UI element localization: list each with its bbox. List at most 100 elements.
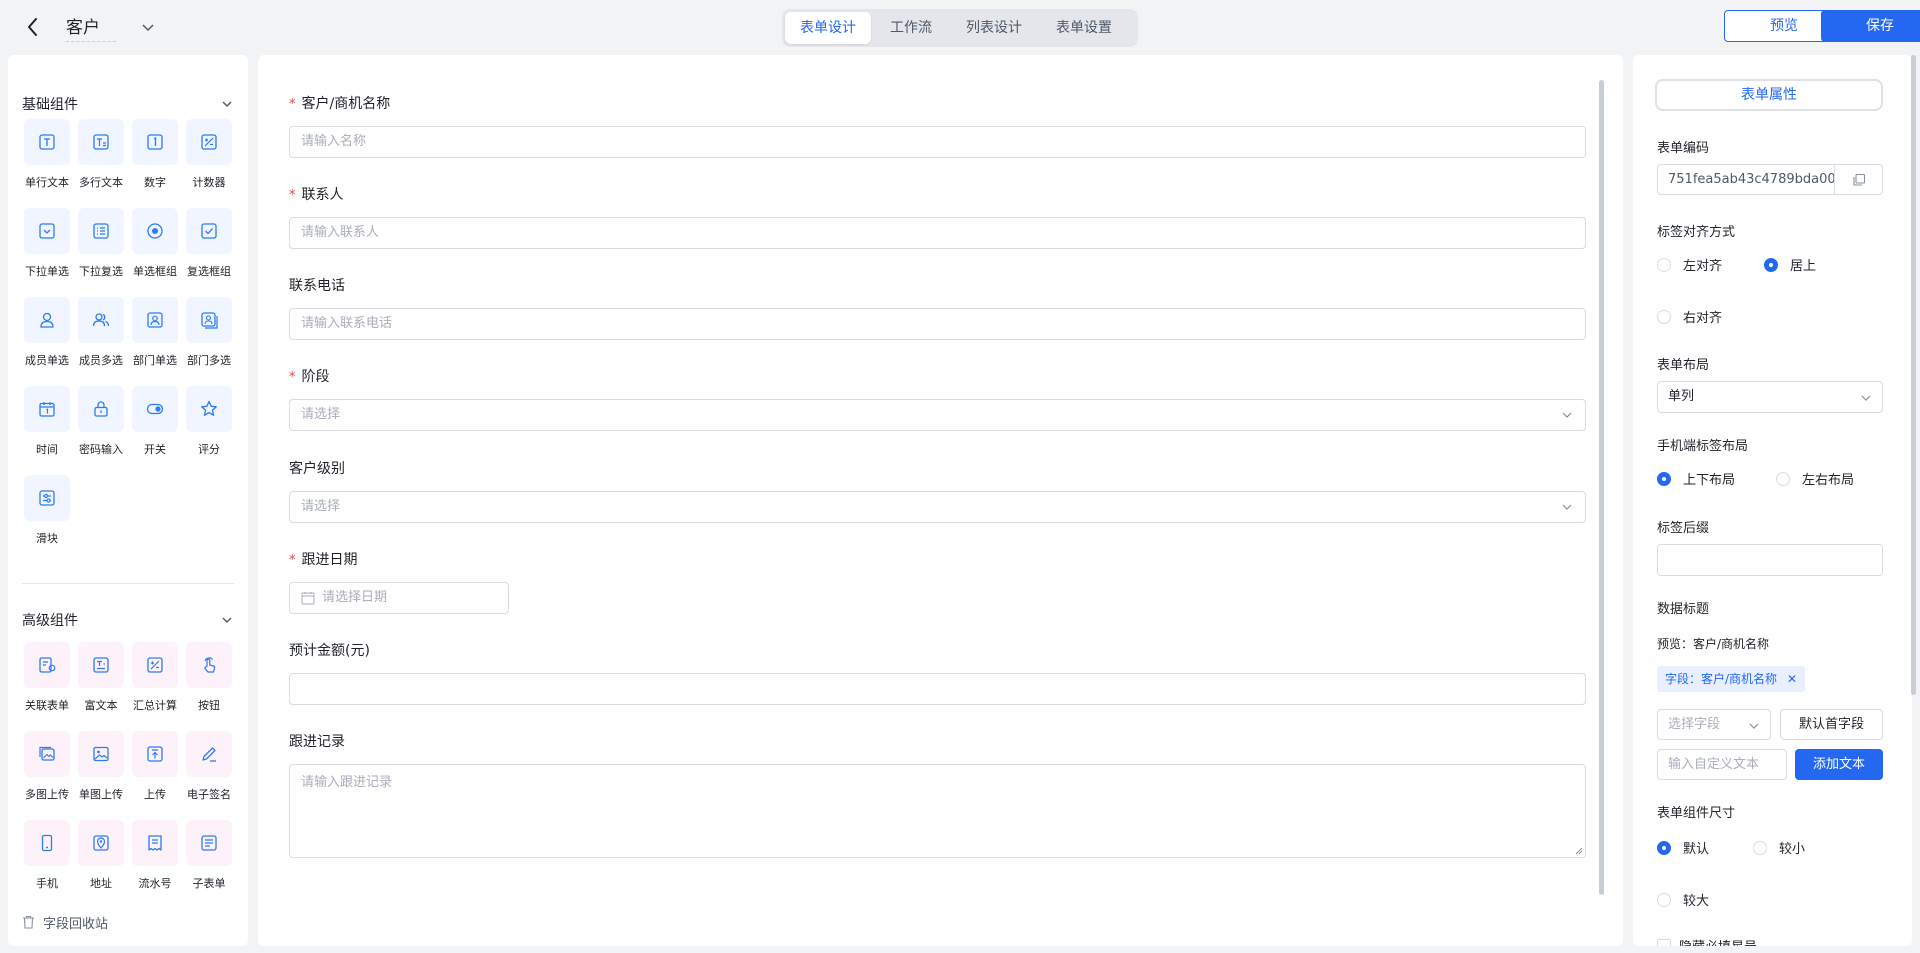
component-label: 部门单选 bbox=[133, 354, 177, 367]
component-checkbox-group[interactable]: 复选框组 bbox=[182, 208, 236, 297]
contact-phone-input[interactable]: 请输入联系电话 bbox=[289, 308, 1586, 340]
size-large-radio[interactable]: 较大 bbox=[1657, 890, 1709, 909]
label-suffix-label: 标签后缀 bbox=[1657, 521, 1710, 536]
field-contact-phone: 联系电话请输入联系电话 bbox=[289, 276, 1586, 340]
save-button[interactable]: 保存 bbox=[1821, 10, 1920, 42]
component-rich-text[interactable]: 富文本 bbox=[74, 642, 128, 731]
align-right-radio[interactable]: 右对齐 bbox=[1657, 307, 1722, 326]
slider-icon bbox=[24, 475, 70, 521]
field-recycle-bin[interactable]: 字段回收站 bbox=[22, 912, 108, 932]
component-dropdown-multi[interactable]: 下拉复选 bbox=[74, 208, 128, 297]
align-left-radio[interactable]: 左对齐 bbox=[1657, 255, 1722, 274]
resize-handle-icon[interactable] bbox=[1575, 847, 1583, 855]
component-calendar[interactable]: 时间 bbox=[20, 386, 74, 475]
mobile-vertical-radio[interactable]: 上下布局 bbox=[1657, 469, 1735, 488]
customer-name-input[interactable]: 请输入名称 bbox=[289, 126, 1586, 158]
tab-list-design[interactable]: 列表设计 bbox=[951, 12, 1037, 44]
component-label: 单行文本 bbox=[25, 176, 69, 189]
stage-select[interactable]: 请选择 bbox=[289, 399, 1586, 431]
top-bar: 客户 表单设计 工作流 列表设计 表单设置 预览 保存 bbox=[0, 0, 1920, 54]
app-title[interactable]: 客户 bbox=[66, 14, 116, 42]
advanced-components-grid: 关联表单 富文本 汇总计算 按钮多图上传 单图上传 上传 电子签名手机 地址 流水号 子表单 bbox=[20, 642, 240, 889]
form-code-field[interactable]: 751fea5ab43c4789bda00 bbox=[1657, 164, 1835, 195]
scrollbar[interactable] bbox=[1599, 80, 1604, 895]
field-stage: * 阶段 请选择 bbox=[289, 367, 1586, 431]
tab-workflow[interactable]: 工作流 bbox=[875, 12, 947, 44]
size-default-radio[interactable]: 默认 bbox=[1657, 838, 1709, 857]
chevron-down-icon[interactable] bbox=[220, 97, 234, 111]
basic-components-grid: 单行文本 多行文本 数字 计数器下拉单选 下拉复选 单选框组 复选框组成员单选 成员多选 部门单… bbox=[20, 119, 240, 564]
number-icon bbox=[132, 119, 178, 165]
component-multi-image[interactable]: 多图上传 bbox=[20, 731, 74, 820]
custom-text-input[interactable]: 输入自定义文本 bbox=[1657, 749, 1787, 780]
expected-amount-input[interactable] bbox=[289, 673, 1586, 705]
field-label: 客户级别 bbox=[289, 459, 1586, 479]
component-radio-group[interactable]: 单选框组 bbox=[128, 208, 182, 297]
label-suffix-input[interactable] bbox=[1657, 544, 1883, 576]
component-button-click[interactable]: 按钮 bbox=[182, 642, 236, 731]
followup-date-picker[interactable]: 请选择日期 bbox=[289, 582, 509, 614]
basic-components-header[interactable]: 基础组件 bbox=[22, 92, 234, 116]
add-text-button[interactable]: 添加文本 bbox=[1795, 749, 1883, 780]
component-counter[interactable]: 计数器 bbox=[182, 119, 236, 208]
required-mark: * bbox=[289, 188, 296, 203]
default-first-field-button[interactable]: 默认首字段 bbox=[1780, 709, 1883, 740]
hide-required-checkbox[interactable]: 隐藏必填星号 bbox=[1657, 936, 1757, 946]
size-small-text: 较小 bbox=[1779, 842, 1806, 857]
component-member-single[interactable]: 成员单选 bbox=[20, 297, 74, 386]
counter-icon bbox=[186, 119, 232, 165]
component-summary-calc[interactable]: 汇总计算 bbox=[128, 642, 182, 731]
tab-form-settings[interactable]: 表单设置 bbox=[1041, 12, 1127, 44]
component-serial-number[interactable]: 流水号 bbox=[128, 820, 182, 889]
placeholder-text: 请选择日期 bbox=[322, 590, 388, 605]
advanced-components-header[interactable]: 高级组件 bbox=[22, 608, 234, 632]
multi-line-text-icon bbox=[78, 119, 124, 165]
component-number[interactable]: 数字 bbox=[128, 119, 182, 208]
chevron-down-icon[interactable] bbox=[140, 19, 156, 35]
required-mark: * bbox=[289, 370, 296, 385]
size-small-radio[interactable]: 较小 bbox=[1753, 838, 1805, 857]
mobile-horizontal-radio[interactable]: 左右布局 bbox=[1776, 469, 1854, 488]
chevron-down-icon[interactable] bbox=[220, 613, 234, 627]
component-signature[interactable]: 电子签名 bbox=[182, 731, 236, 820]
contact-input[interactable]: 请输入联系人 bbox=[289, 217, 1586, 249]
select-field-dropdown[interactable]: 选择字段 bbox=[1657, 709, 1771, 740]
component-department-single[interactable]: 部门单选 bbox=[128, 297, 182, 386]
form-layout-select[interactable]: 单列 bbox=[1657, 381, 1883, 413]
component-star[interactable]: 评分 bbox=[182, 386, 236, 475]
component-label: 关联表单 bbox=[25, 699, 69, 712]
component-label: 评分 bbox=[198, 443, 220, 456]
component-sub-form[interactable]: 子表单 bbox=[182, 820, 236, 889]
component-single-line-text[interactable]: 单行文本 bbox=[20, 119, 74, 208]
component-label: 时间 bbox=[36, 443, 58, 456]
component-department-multi[interactable]: 部门多选 bbox=[182, 297, 236, 386]
component-phone[interactable]: 手机 bbox=[20, 820, 74, 889]
close-icon[interactable]: ✕ bbox=[1787, 666, 1797, 692]
form-properties-tab[interactable]: 表单属性 bbox=[1655, 79, 1883, 111]
field-label-text: 联系电话 bbox=[289, 278, 345, 294]
field-followup-date: * 跟进日期 请选择日期 bbox=[289, 550, 1586, 614]
followup-record-textarea[interactable]: 请输入跟进记录 bbox=[289, 764, 1586, 858]
component-password[interactable]: 密码输入 bbox=[74, 386, 128, 475]
copy-button[interactable] bbox=[1835, 164, 1883, 195]
field-label: * 客户/商机名称 bbox=[289, 94, 1586, 114]
component-label: 开关 bbox=[144, 443, 166, 456]
scrollbar[interactable] bbox=[1911, 55, 1916, 695]
component-dropdown-single[interactable]: 下拉单选 bbox=[20, 208, 74, 297]
field-customer-level: 客户级别 请选择 bbox=[289, 459, 1586, 523]
component-upload[interactable]: 上传 bbox=[128, 731, 182, 820]
summary-calc-icon bbox=[132, 642, 178, 688]
align-top-radio[interactable]: 居上 bbox=[1764, 255, 1816, 274]
back-arrow-icon[interactable] bbox=[22, 14, 44, 40]
signature-icon bbox=[186, 731, 232, 777]
customer-level-select[interactable]: 请选择 bbox=[289, 491, 1586, 523]
component-switch[interactable]: 开关 bbox=[128, 386, 182, 475]
component-slider[interactable]: 滑块 bbox=[20, 475, 74, 564]
component-single-image[interactable]: 单图上传 bbox=[74, 731, 128, 820]
component-linked-form[interactable]: 关联表单 bbox=[20, 642, 74, 731]
component-member-multi[interactable]: 成员多选 bbox=[74, 297, 128, 386]
tab-form-design[interactable]: 表单设计 bbox=[785, 12, 871, 44]
component-size-label: 表单组件尺寸 bbox=[1657, 806, 1736, 821]
component-multi-line-text[interactable]: 多行文本 bbox=[74, 119, 128, 208]
component-location[interactable]: 地址 bbox=[74, 820, 128, 889]
